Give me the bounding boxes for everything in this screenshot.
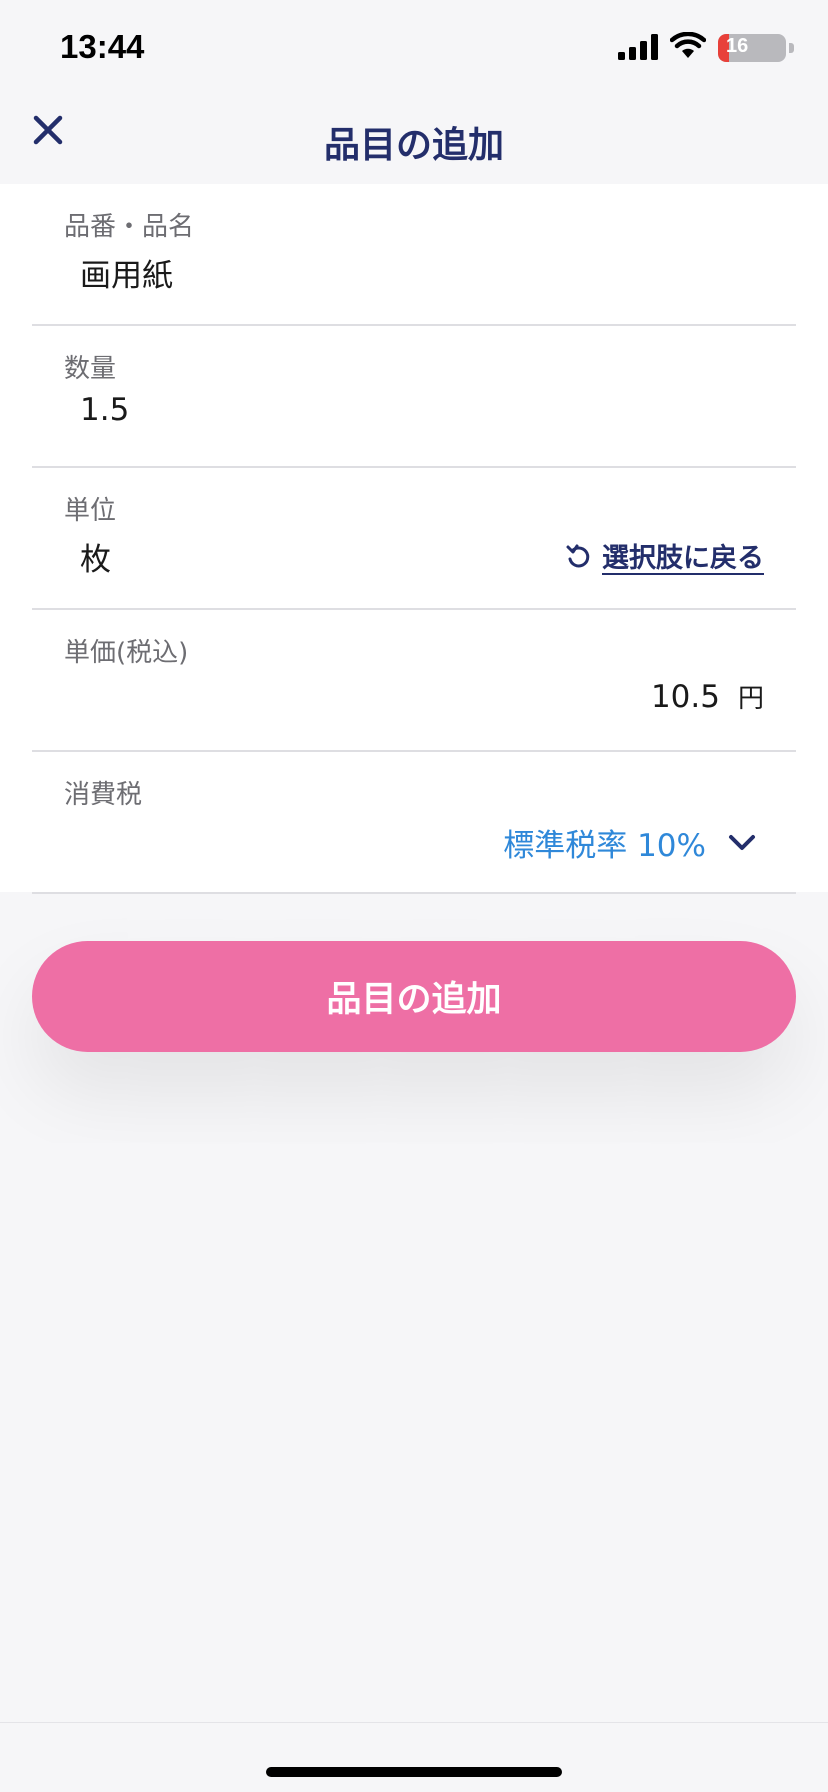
item-name-input[interactable]: 画用紙	[80, 250, 173, 295]
revert-label: 選択肢に戻る	[602, 543, 764, 574]
unit-label: 単位	[64, 496, 117, 526]
add-item-button[interactable]: 品目の追加	[32, 941, 796, 1052]
currency-label: 円	[737, 684, 764, 714]
tax-rate-select[interactable]: 標準税率 10%	[503, 820, 756, 865]
wifi-icon	[670, 32, 706, 58]
nav-bar: 品目の追加	[0, 96, 828, 184]
battery-level: 16	[726, 35, 749, 57]
page-title: 品目の追加	[323, 125, 504, 166]
quantity-label: 数量	[64, 354, 117, 384]
signal-icon	[618, 34, 658, 60]
chevron-down-icon	[729, 834, 755, 850]
quantity-input[interactable]: 1.5	[80, 392, 129, 428]
unit-input[interactable]: 枚	[80, 534, 111, 579]
home-indicator[interactable]	[266, 1767, 562, 1777]
unit-price-value[interactable]: 10.5 円	[651, 678, 764, 715]
revert-to-options-button[interactable]: 選択肢に戻る	[564, 536, 764, 575]
quantity-field[interactable]: 数量 1.5	[32, 326, 796, 468]
tax-rate-value: 標準税率 10%	[503, 828, 706, 864]
tax-label: 消費税	[64, 780, 143, 810]
unit-field[interactable]: 単位 枚 選択肢に戻る	[32, 468, 796, 610]
revert-icon	[566, 544, 590, 567]
item-name-field[interactable]: 品番・品名 画用紙	[32, 184, 796, 326]
status-time: 13:44	[60, 28, 145, 65]
status-bar: 13:44 16	[0, 0, 828, 96]
unit-price-label: 単価(税込)	[64, 638, 189, 668]
battery-icon: 16	[718, 34, 794, 62]
item-name-label: 品番・品名	[64, 212, 195, 242]
unit-price-field[interactable]: 単価(税込) 10.5 円	[32, 610, 796, 752]
add-item-label: 品目の追加	[326, 980, 502, 1019]
tax-field[interactable]: 消費税 標準税率 10%	[32, 752, 796, 894]
item-form: 品番・品名 画用紙 数量 1.5 単位 枚 選択肢に戻る 単価(税込) 10.5…	[0, 184, 828, 894]
unit-price-input[interactable]: 10.5	[651, 679, 720, 715]
bottom-bar	[0, 1722, 828, 1792]
status-icons: 16	[594, 32, 794, 62]
